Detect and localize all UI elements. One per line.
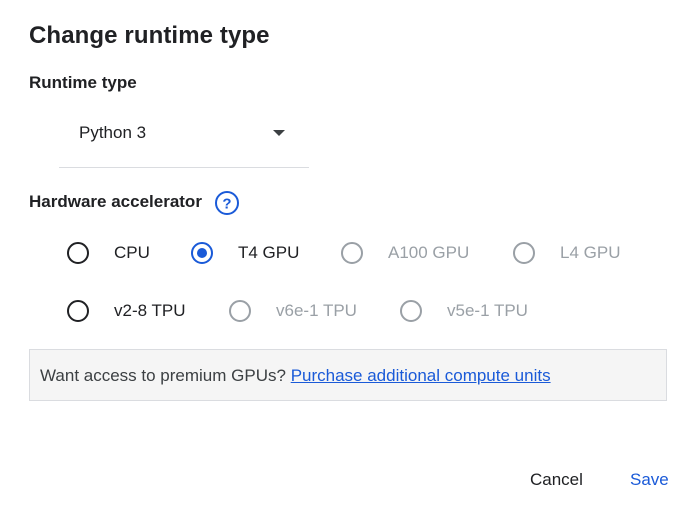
runtime-type-label: Runtime type xyxy=(29,73,137,92)
svg-text:?: ? xyxy=(222,196,231,213)
radio-v2-8-tpu[interactable]: v2-8 TPU xyxy=(67,300,186,322)
radio-label: v6e-1 TPU xyxy=(276,301,357,320)
save-button[interactable]: Save xyxy=(630,470,669,490)
hardware-accelerator-label: Hardware accelerator xyxy=(29,192,202,211)
radio-label: A100 GPU xyxy=(388,243,470,262)
change-runtime-dialog: Change runtime type Runtime type Python … xyxy=(0,0,698,513)
cancel-button[interactable]: Cancel xyxy=(530,470,583,490)
radio-cpu[interactable]: CPU xyxy=(67,242,150,264)
radio-circle xyxy=(513,242,535,264)
radio-circle xyxy=(400,300,422,322)
runtime-type-value: Python 3 xyxy=(79,123,147,142)
radio-label: v2-8 TPU xyxy=(114,301,186,320)
radio-circle xyxy=(67,242,89,264)
runtime-type-select[interactable]: Python 3 xyxy=(59,110,309,168)
promo-text: Want access to premium GPUs? xyxy=(40,366,286,385)
radio-t4-gpu[interactable]: T4 GPU xyxy=(191,242,299,264)
radio-a100-gpu: A100 GPU xyxy=(341,242,469,264)
premium-gpu-banner: Want access to premium GPUs? Purchase ad… xyxy=(29,349,667,401)
dropdown-arrow-icon xyxy=(273,130,285,136)
radio-v5e-1-tpu: v5e-1 TPU xyxy=(400,300,528,322)
promo-text-wrap: Want access to premium GPUs? Purchase ad… xyxy=(40,366,551,386)
help-circle-icon[interactable]: ? xyxy=(214,190,240,216)
radio-label: CPU xyxy=(114,243,150,262)
purchase-compute-units-link[interactable]: Purchase additional compute units xyxy=(291,366,551,385)
radio-circle-selected xyxy=(191,242,213,264)
radio-label: v5e-1 TPU xyxy=(447,301,528,320)
radio-circle xyxy=(229,300,251,322)
radio-label: L4 GPU xyxy=(560,243,621,262)
radio-v6e-1-tpu: v6e-1 TPU xyxy=(229,300,357,322)
dialog-title: Change runtime type xyxy=(29,22,270,49)
radio-label: T4 GPU xyxy=(238,243,300,262)
radio-circle xyxy=(341,242,363,264)
radio-circle xyxy=(67,300,89,322)
radio-l4-gpu: L4 GPU xyxy=(513,242,620,264)
